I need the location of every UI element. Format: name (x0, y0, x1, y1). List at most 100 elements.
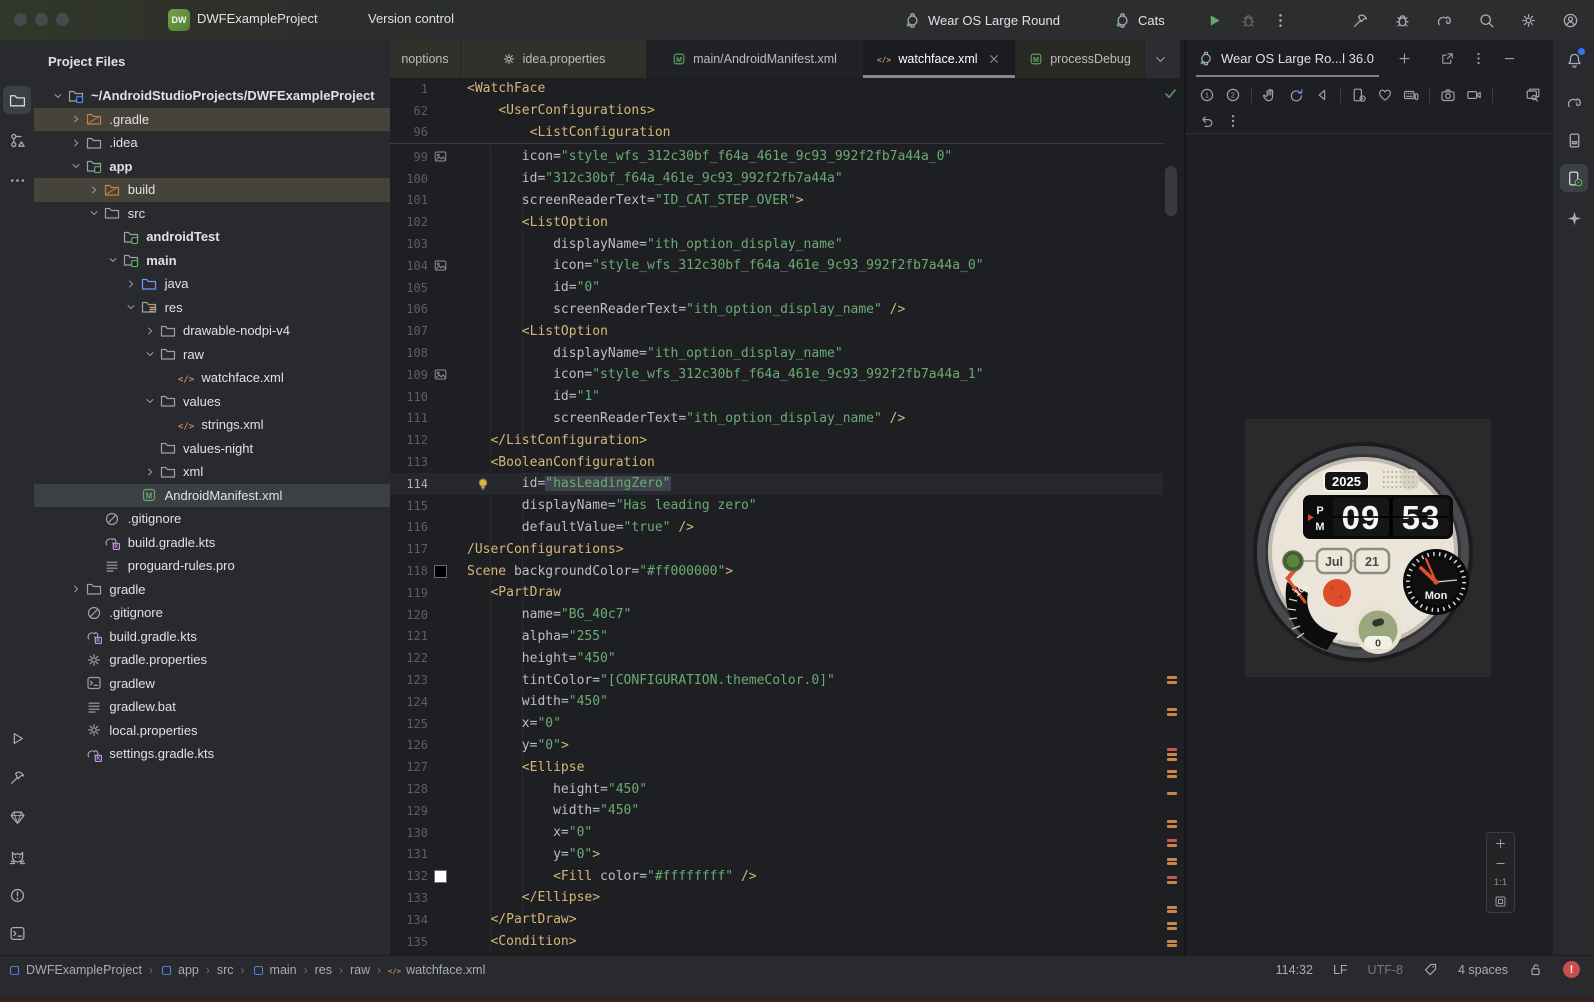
caret-position[interactable]: 114:32 (1276, 963, 1313, 977)
line-number[interactable]: 111 (390, 411, 428, 425)
terminal-tool-icon[interactable] (3, 919, 31, 947)
line-number[interactable]: 129 (390, 804, 428, 818)
line-number[interactable]: 127 (390, 760, 428, 774)
line-number[interactable]: 123 (390, 673, 428, 687)
hand-pan-icon[interactable] (1257, 84, 1283, 106)
tab-list-chevron-icon[interactable] (1153, 52, 1168, 67)
tree-item--gitignore[interactable]: .gitignore (34, 507, 390, 531)
line-number[interactable]: 110 (390, 390, 428, 404)
line-number[interactable]: 100 (390, 172, 428, 186)
warning-stripe-mark[interactable] (1167, 753, 1177, 756)
panel-options-icon[interactable] (1471, 51, 1486, 66)
warning-stripe-mark[interactable] (1167, 858, 1177, 861)
tree-item-java[interactable]: java (34, 272, 390, 296)
window-controls[interactable] (14, 13, 69, 26)
zoom-in-icon[interactable] (1494, 837, 1507, 850)
line-number[interactable]: 134 (390, 913, 428, 927)
chevron-right-icon[interactable] (140, 323, 159, 339)
tree-item-values-night[interactable]: values-night (34, 437, 390, 461)
build-tool-icon[interactable] (3, 763, 31, 791)
minimize-window-button[interactable] (35, 13, 48, 26)
lock-icon[interactable] (1528, 962, 1543, 977)
tab-watchface-xml[interactable]: </> watchface.xml (863, 40, 1016, 78)
tab-idea-properties[interactable]: idea.properties (461, 40, 647, 78)
project-view-selector[interactable]: Project Files (34, 40, 390, 75)
open-in-window-icon[interactable] (1440, 51, 1455, 66)
line-number[interactable]: 108 (390, 346, 428, 360)
close-window-button[interactable] (14, 13, 27, 26)
zoom-fit-icon[interactable] (1494, 895, 1507, 908)
intention-bulb-icon[interactable] (475, 476, 491, 492)
code-editor[interactable]: 1 <WatchFace 62 <UserConfigurations> 96 <Li… (390, 78, 1163, 955)
device-screen[interactable]: 2025 100 50 0 0 Jul 21 Mon P M 09 53 (1245, 419, 1491, 677)
warning-stripe-mark[interactable] (1167, 713, 1177, 716)
tag-icon[interactable] (1423, 962, 1438, 977)
chevron-right-icon[interactable] (122, 276, 141, 292)
tab-main-androidmanifest-xml[interactable]: Mmain/AndroidManifest.xml (647, 40, 863, 78)
chevron-right-icon[interactable] (85, 182, 104, 198)
line-number[interactable]: 102 (390, 215, 428, 229)
line-number[interactable]: 103 (390, 237, 428, 251)
chevron-right-icon[interactable] (140, 464, 159, 480)
breadcrumb-item-src[interactable]: src (217, 963, 234, 977)
tree-item-build-gradle-kts[interactable]: Kbuild.gradle.kts (34, 625, 390, 649)
line-separator[interactable]: LF (1333, 963, 1348, 977)
line-number[interactable]: 121 (390, 629, 428, 643)
chevron-right-icon[interactable] (66, 135, 85, 151)
snapshot-zoom-icon[interactable] (1520, 84, 1546, 106)
line-number[interactable]: 118 (390, 564, 428, 578)
tree-item-strings-xml[interactable]: </> strings.xml (34, 413, 390, 437)
chevron-down-icon[interactable] (122, 299, 141, 315)
tree-item--idea[interactable]: .idea (34, 131, 390, 155)
file-encoding[interactable]: UTF-8 (1368, 963, 1403, 977)
logcat-tool-icon[interactable] (3, 843, 31, 871)
running-device-tab[interactable]: Wear OS Large Ro...l 36.0 (1186, 40, 1383, 77)
line-number[interactable]: 116 (390, 520, 428, 534)
hide-panel-icon[interactable] (1502, 51, 1517, 66)
chevron-down-icon[interactable] (48, 88, 67, 104)
more-options-icon[interactable] (1220, 110, 1246, 132)
warning-stripe-mark[interactable] (1167, 676, 1177, 679)
more-run-actions-icon[interactable] (1270, 10, 1290, 30)
tree-item-androidtest[interactable]: androidTest (34, 225, 390, 249)
project-switcher[interactable]: DWFExampleProject (197, 11, 324, 26)
warning-stripe-mark[interactable] (1167, 758, 1177, 761)
scrollbar-thumb[interactable] (1165, 166, 1177, 216)
chevron-down-icon[interactable] (140, 346, 159, 362)
app-quality-insights-tool-icon[interactable] (3, 803, 31, 831)
pass-1-icon[interactable]: 1 (1194, 84, 1220, 106)
warning-stripe-mark[interactable] (1167, 910, 1177, 913)
line-number[interactable]: 114 (390, 477, 428, 491)
line-number[interactable]: 119 (390, 586, 428, 600)
breadcrumb-item-watchface-xml[interactable]: </> watchface.xml (388, 963, 485, 977)
vcs-widget[interactable]: Version control (368, 11, 460, 26)
problems-tool-icon[interactable] (3, 881, 31, 909)
new-device-tab-icon[interactable] (1397, 51, 1412, 66)
gemini-icon[interactable] (1560, 204, 1588, 232)
warning-stripe-mark[interactable] (1167, 862, 1177, 865)
running-devices-icon[interactable] (1560, 164, 1588, 192)
line-number[interactable]: 122 (390, 651, 428, 665)
inspection-ok-icon[interactable] (1163, 86, 1178, 101)
warning-stripe-mark[interactable] (1167, 770, 1177, 773)
warning-stripe-mark[interactable] (1167, 922, 1177, 925)
tree-item-settings-gradle-kts[interactable]: Ksettings.gradle.kts (34, 742, 390, 766)
warning-stripe-mark[interactable] (1167, 927, 1177, 930)
pass-2-icon[interactable]: 2 (1220, 84, 1246, 106)
line-number[interactable]: 133 (390, 891, 428, 905)
settings-icon[interactable] (1518, 10, 1538, 30)
line-number[interactable]: 126 (390, 738, 428, 752)
indent-setting[interactable]: 4 spaces (1458, 963, 1508, 977)
device-selector[interactable]: Wear OS Large Round (902, 10, 1066, 30)
structure-tool-icon[interactable] (3, 126, 31, 154)
line-number[interactable]: 96 (390, 125, 428, 139)
project-tool-icon[interactable] (3, 86, 31, 114)
tree-item-src[interactable]: src (34, 202, 390, 226)
line-number[interactable]: 106 (390, 302, 428, 316)
build-icon[interactable] (1350, 10, 1370, 30)
line-number[interactable]: 109 (390, 368, 428, 382)
profiler-icon[interactable] (1392, 10, 1412, 30)
tree-item-xml[interactable]: xml (34, 460, 390, 484)
line-number[interactable]: 132 (390, 869, 428, 883)
gradle-sync-icon[interactable] (1434, 10, 1454, 30)
